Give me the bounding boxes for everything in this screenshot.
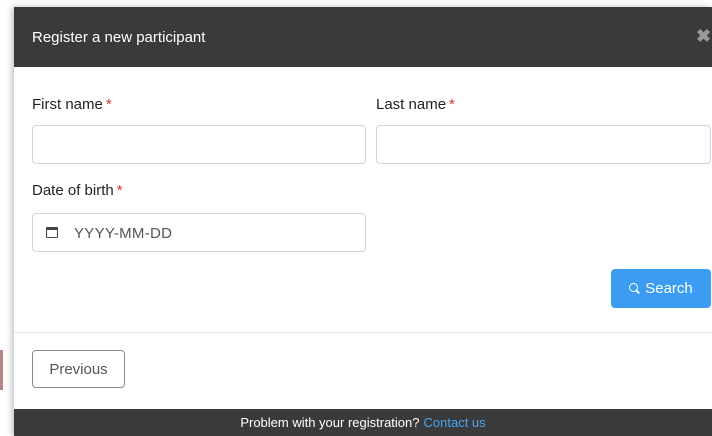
footer-divider [14, 332, 712, 333]
modal-header: Register a new participant ✖ [14, 7, 712, 67]
dob-field[interactable]: YYYY-MM-DD [32, 213, 366, 252]
search-button[interactable]: Search [611, 269, 711, 308]
last-name-field[interactable] [376, 125, 711, 164]
first-name-label-text: First name [32, 96, 103, 113]
backdrop-fragment [0, 350, 3, 390]
required-marker: * [116, 182, 123, 199]
last-name-label: Last name * [376, 96, 455, 113]
search-icon [629, 283, 639, 292]
dob-placeholder: YYYY-MM-DD [74, 225, 173, 242]
modal-footer: Problem with your registration? Contact … [14, 409, 712, 436]
contact-us-link[interactable]: Contact us [424, 415, 486, 430]
page-backdrop [0, 0, 14, 436]
modal-title: Register a new participant [32, 29, 206, 46]
required-marker: * [105, 96, 112, 113]
first-name-label: First name * [32, 96, 112, 113]
dob-label-text: Date of birth [32, 182, 114, 199]
close-icon[interactable]: ✖ [696, 27, 711, 45]
last-name-label-text: Last name [376, 96, 447, 113]
register-participant-modal: Register a new participant ✖ First name *… [14, 7, 712, 436]
calendar-icon [46, 227, 58, 238]
footer-text: Problem with your registration? [240, 415, 420, 430]
search-button-label: Search [645, 280, 693, 297]
previous-button-label: Previous [49, 360, 108, 378]
dob-label: Date of birth * [32, 182, 123, 199]
first-name-field[interactable] [32, 125, 366, 164]
required-marker: * [449, 96, 455, 113]
previous-button[interactable]: Previous [32, 350, 125, 388]
